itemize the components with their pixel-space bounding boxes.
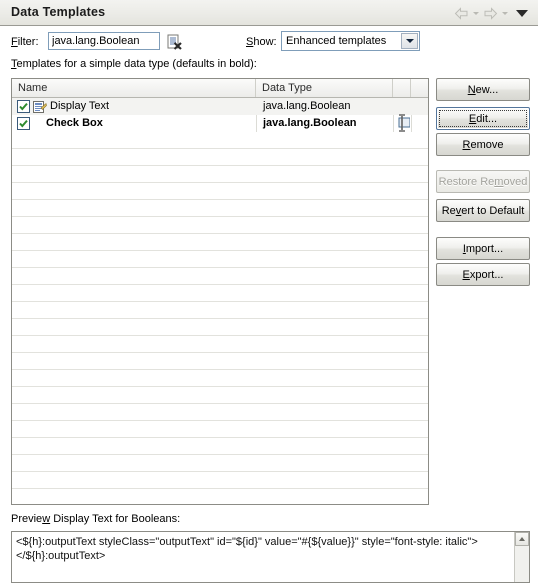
- chevron-down-icon[interactable]: [512, 4, 532, 22]
- new-button-label: New...: [467, 83, 499, 96]
- table-row-empty[interactable]: [12, 166, 428, 183]
- revert-to-default-button[interactable]: Revert to Default: [436, 199, 530, 222]
- table-row-empty[interactable]: [12, 387, 428, 404]
- forward-dropdown-caret-icon[interactable]: [501, 4, 508, 22]
- table-row-empty[interactable]: [12, 149, 428, 166]
- column-header-extra-2[interactable]: [411, 79, 428, 97]
- preview-content: <${h}:outputText styleClass="outputText"…: [16, 536, 478, 562]
- filter-input[interactable]: [48, 32, 160, 50]
- table-row-empty[interactable]: [12, 302, 428, 319]
- table-row-empty[interactable]: [12, 336, 428, 353]
- table-header-row: Name Data Type: [12, 79, 428, 98]
- row-name-cell: Check Box: [12, 115, 103, 132]
- checkmark-icon[interactable]: [17, 100, 30, 113]
- forward-icon[interactable]: [481, 4, 499, 22]
- column-header-extra-1[interactable]: [393, 79, 411, 97]
- row-data-type-cell: java.lang.Boolean: [263, 117, 357, 129]
- back-dropdown-caret-icon[interactable]: [472, 4, 479, 22]
- show-selected-value: Enhanced templates: [286, 35, 387, 47]
- table-row-empty[interactable]: [12, 234, 428, 251]
- edit-button[interactable]: Edit...: [436, 107, 530, 130]
- preview-label: Preview Display Text for Booleans:: [11, 513, 181, 525]
- revert-to-default-button-label: Revert to Default: [441, 204, 525, 217]
- table-row-empty[interactable]: [12, 251, 428, 268]
- remove-button-label: Remove: [462, 138, 504, 151]
- column-header-name[interactable]: Name: [12, 79, 256, 97]
- preview-panel[interactable]: <${h}:outputText styleClass="outputText"…: [11, 531, 530, 583]
- restore-removed-button-label: Restore Removed: [438, 175, 528, 188]
- preview-scrollbar[interactable]: [514, 532, 529, 582]
- table-row-empty[interactable]: [12, 285, 428, 302]
- table-row-empty[interactable]: [12, 353, 428, 370]
- new-button[interactable]: New...: [436, 78, 530, 101]
- templates-table-label: Templates for a simple data type (defaul…: [11, 58, 257, 70]
- table-row-empty[interactable]: [12, 132, 428, 149]
- import-button[interactable]: Import...: [436, 237, 530, 260]
- dialog-titlebar: Data Templates: [0, 0, 538, 26]
- clear-filter-icon[interactable]: [166, 34, 182, 50]
- export-button[interactable]: Export...: [436, 263, 530, 286]
- show-label: Show:: [246, 36, 277, 48]
- export-button-label: Export...: [462, 268, 504, 281]
- remove-button[interactable]: Remove: [436, 133, 530, 156]
- table-row-empty[interactable]: [12, 489, 428, 504]
- table-row-empty[interactable]: [12, 455, 428, 472]
- table-row[interactable]: Check Box java.lang.Boolean: [12, 115, 428, 132]
- template-document-icon: [33, 100, 47, 113]
- table-row-empty[interactable]: [12, 404, 428, 421]
- restore-removed-button[interactable]: Restore Removed: [436, 170, 530, 193]
- templates-table[interactable]: Name Data Type Display Text java.lang.Bo…: [11, 78, 429, 505]
- back-icon[interactable]: [452, 4, 470, 22]
- table-row-empty[interactable]: [12, 370, 428, 387]
- import-button-label: Import...: [462, 242, 504, 255]
- edit-button-label: Edit...: [468, 112, 498, 125]
- table-row[interactable]: Display Text java.lang.Boolean: [12, 98, 428, 115]
- scroll-up-arrow-icon[interactable]: [515, 532, 529, 546]
- row-name-text: Check Box: [46, 117, 103, 129]
- show-combobox[interactable]: Enhanced templates: [281, 31, 420, 51]
- column-header-data-type[interactable]: Data Type: [256, 79, 393, 97]
- table-row-empty[interactable]: [12, 200, 428, 217]
- table-row-empty[interactable]: [12, 183, 428, 200]
- table-row-empty[interactable]: [12, 421, 428, 438]
- page-title: Data Templates: [11, 5, 106, 19]
- filter-label: Filter:: [11, 36, 39, 48]
- table-row-empty[interactable]: [12, 319, 428, 336]
- table-row-empty[interactable]: [12, 472, 428, 489]
- table-row-empty[interactable]: [12, 438, 428, 455]
- navigation-toolbar: [452, 0, 532, 26]
- chevron-down-icon[interactable]: [401, 33, 418, 49]
- checkmark-icon[interactable]: [17, 117, 30, 130]
- row-name-text: Display Text: [50, 100, 110, 112]
- row-data-type-cell: java.lang.Boolean: [263, 100, 351, 112]
- table-row-empty[interactable]: [12, 268, 428, 285]
- text-ibeam-cursor: [396, 114, 411, 132]
- row-name-cell: Display Text: [12, 98, 109, 115]
- table-row-empty[interactable]: [12, 217, 428, 234]
- table-body: Display Text java.lang.Boolean Check Box…: [12, 98, 428, 504]
